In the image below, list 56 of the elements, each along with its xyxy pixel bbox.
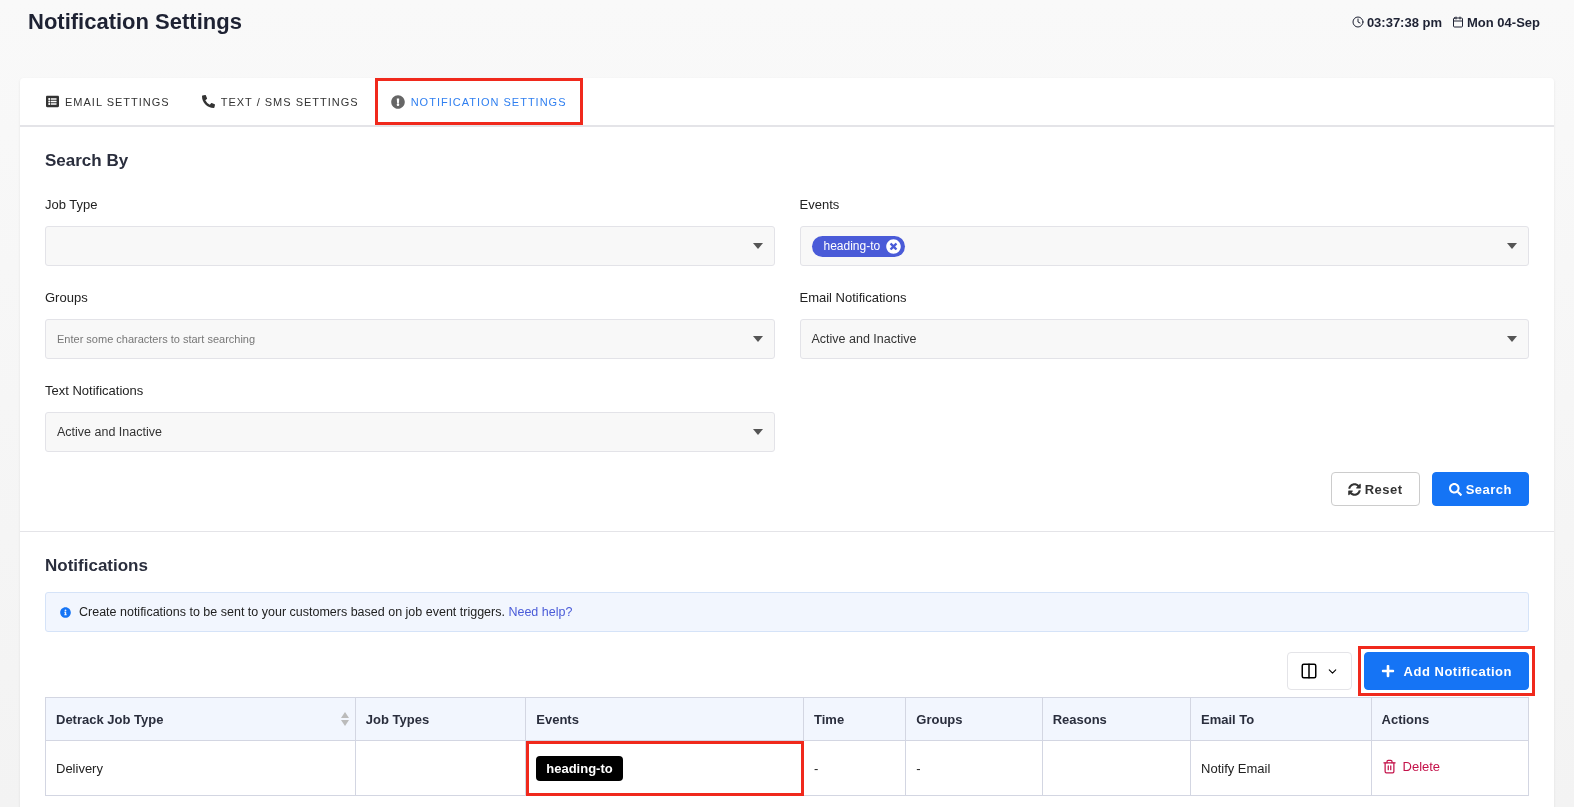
field-label: Job Type	[45, 197, 99, 212]
table-cell: Notify Email	[1190, 740, 1371, 796]
search-icon	[1448, 482, 1462, 496]
reset-button[interactable]: Reset	[1330, 472, 1420, 506]
select-field[interactable]	[45, 226, 775, 266]
table-cell: -	[803, 740, 906, 796]
delete-link[interactable]: Delete	[1381, 759, 1441, 774]
columns-icon	[1300, 662, 1319, 680]
column-header[interactable]: Detrack Job Type	[45, 697, 356, 741]
trash-icon	[1381, 759, 1397, 774]
column-header[interactable]: Time	[803, 697, 906, 741]
select-field[interactable]: heading-to	[799, 226, 1529, 266]
columns-button[interactable]	[1287, 652, 1353, 690]
caret-icon	[1507, 336, 1517, 342]
field-label: Email Notifications	[799, 290, 908, 305]
tab[interactable]: NOTIFICATION SETTINGS	[374, 78, 583, 125]
table-cell: -	[905, 740, 1043, 796]
select-field[interactable]: Active and Inactive	[799, 319, 1529, 359]
field-label: Events	[799, 197, 841, 212]
list-icon	[46, 95, 59, 108]
field-label: Groups	[45, 290, 89, 305]
event-badge: heading-to	[536, 755, 623, 781]
field-label: Text Notifications	[45, 383, 145, 398]
add-notification-button[interactable]: Add Notification	[1364, 652, 1529, 690]
column-header[interactable]: Events	[525, 697, 804, 741]
clock-icon	[1351, 16, 1364, 28]
select-field[interactable]: Active and Inactive	[45, 412, 775, 452]
caret-icon	[752, 429, 763, 435]
remove-icon[interactable]	[886, 238, 902, 254]
search-button[interactable]: Search	[1431, 472, 1529, 506]
column-header[interactable]: Email To	[1190, 697, 1371, 741]
column-header[interactable]: Groups	[905, 697, 1043, 741]
info-text: Create notifications to be sent to your customers based on job event triggers. Need help?	[79, 605, 573, 619]
event-tag: heading-to	[811, 235, 906, 257]
caret-icon	[1507, 243, 1517, 249]
current-date: Mon 04-Sep	[1467, 14, 1540, 30]
column-header[interactable]: Actions	[1371, 697, 1529, 741]
tab[interactable]: EMAIL SETTINGS	[30, 78, 186, 125]
plus-icon	[1381, 664, 1396, 678]
alert-icon	[390, 94, 405, 109]
phone-icon	[201, 95, 215, 108]
calendar-icon	[1452, 16, 1465, 28]
caret-icon	[752, 243, 763, 249]
refresh-icon	[1347, 482, 1361, 496]
column-header[interactable]: Reasons	[1042, 697, 1191, 741]
table-cell: Delivery	[45, 740, 356, 796]
tab[interactable]: TEXT / SMS SETTINGS	[185, 78, 375, 125]
section-title: Search By	[45, 151, 130, 171]
help-link[interactable]: Need help?	[508, 605, 573, 619]
page-title: Notification Settings	[28, 9, 242, 35]
caret-icon	[752, 336, 763, 342]
select-field[interactable]: Enter some characters to start searching	[45, 319, 775, 359]
info-icon	[60, 606, 71, 618]
section-title: Notifications	[45, 556, 149, 576]
current-time: 03:37:38 pm	[1366, 14, 1443, 30]
column-header[interactable]: Job Types	[355, 697, 526, 741]
